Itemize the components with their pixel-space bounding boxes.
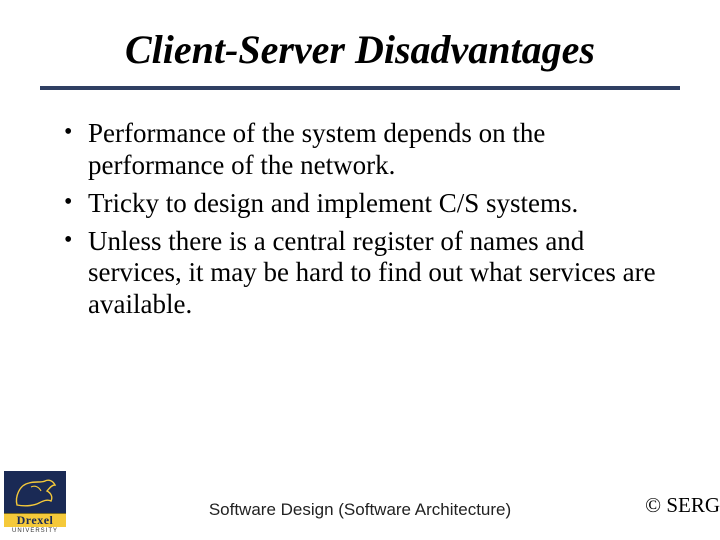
footer: Drexel UNIVERSITY Software Design (Softw… [0, 468, 720, 534]
logo-subtext: UNIVERSITY [4, 528, 66, 534]
title-block: Client-Server Disadvantages [0, 0, 720, 90]
footer-center-text: Software Design (Software Architecture) [0, 500, 720, 520]
bullet-list: Performance of the system depends on the… [60, 118, 660, 321]
footer-copyright: © SERG [645, 493, 720, 518]
list-item: Performance of the system depends on the… [60, 118, 660, 182]
slide-body: Performance of the system depends on the… [0, 90, 720, 321]
slide: Client-Server Disadvantages Performance … [0, 0, 720, 540]
list-item: Unless there is a central register of na… [60, 226, 660, 322]
slide-title: Client-Server Disadvantages [0, 28, 720, 72]
list-item: Tricky to design and implement C/S syste… [60, 188, 660, 220]
